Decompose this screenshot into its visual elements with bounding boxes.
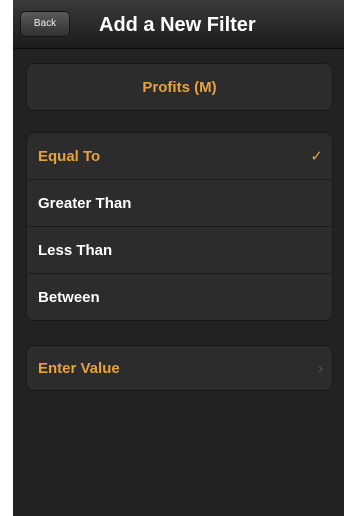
option-greater-than[interactable]: Greater Than (27, 180, 332, 227)
option-equal-to[interactable]: Equal To ✓ (27, 133, 332, 180)
field-label: Profits (M) (142, 79, 217, 96)
navigation-bar: Back Add a New Filter (13, 0, 344, 49)
enter-value-row[interactable]: Enter Value › (26, 345, 333, 391)
comparison-options-list: Equal To ✓ Greater Than Less Than Betwee… (26, 132, 333, 321)
option-between[interactable]: Between (27, 274, 332, 320)
check-icon: ✓ (310, 148, 323, 165)
field-selector[interactable]: Profits (M) (26, 63, 333, 111)
chevron-right-icon: › (317, 360, 323, 377)
app-screen: Back Add a New Filter Profits (M) Equal … (13, 0, 344, 516)
back-button[interactable]: Back (20, 11, 70, 37)
option-less-than[interactable]: Less Than (27, 227, 332, 274)
option-label: Equal To (38, 148, 101, 165)
option-label: Less Than (38, 242, 113, 259)
page-title: Add a New Filter (99, 14, 256, 36)
option-label: Between (38, 289, 100, 306)
enter-value-label: Enter Value (38, 360, 120, 377)
option-label: Greater Than (38, 195, 132, 212)
